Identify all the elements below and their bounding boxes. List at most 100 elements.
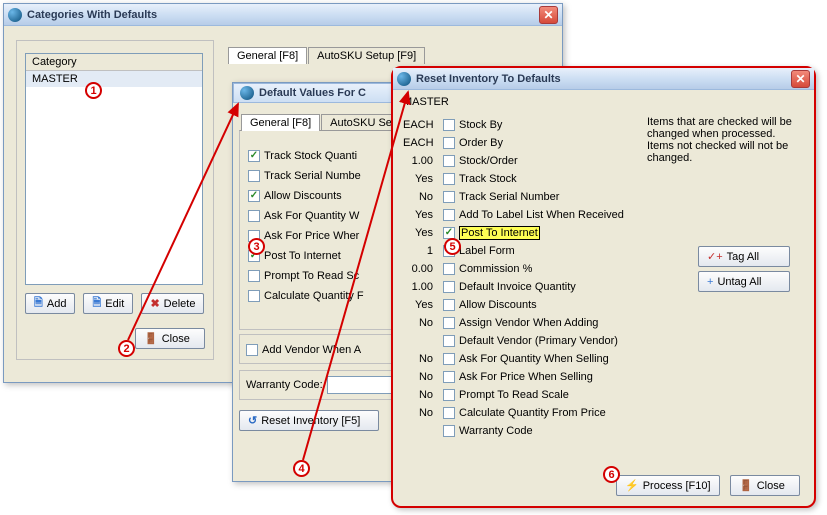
option-checkbox[interactable] (248, 170, 260, 182)
row-checkbox[interactable] (443, 263, 455, 275)
window-title: Reset Inventory To Defaults (416, 73, 561, 85)
tab-autosku[interactable]: AutoSKU Setup [F9] (308, 47, 425, 64)
reset-row: NoCalculate Quantity From Price (403, 404, 804, 421)
category-list[interactable]: Category MASTER (25, 53, 203, 285)
option-label: Ask For Price Wher (264, 230, 359, 242)
tag-all-button[interactable]: ✓+ Tag All (698, 246, 790, 267)
row-value: Yes (403, 209, 439, 221)
edit-button[interactable]: 🗎 Edit (83, 293, 133, 314)
row-value: No (403, 389, 439, 401)
edit-label: Edit (105, 298, 124, 310)
row-label: Assign Vendor When Adding (459, 317, 598, 329)
delete-button[interactable]: ✖ Delete (141, 293, 204, 314)
row-label: Label Form (459, 245, 515, 257)
row-label: Ask For Price When Selling (459, 371, 593, 383)
close-icon[interactable]: ✕ (539, 6, 558, 24)
annotation-2: 2 (118, 340, 135, 357)
row-checkbox[interactable] (443, 155, 455, 167)
master-label: MASTER (393, 90, 814, 110)
row-checkbox[interactable] (443, 425, 455, 437)
row-checkbox[interactable] (443, 209, 455, 221)
tab-general[interactable]: General [F8] (228, 47, 307, 64)
door-icon: 🚪 (144, 332, 158, 345)
close-button[interactable]: 🚪 Close (730, 475, 800, 496)
untag-all-button[interactable]: + Untag All (698, 271, 790, 292)
row-checkbox[interactable] (443, 281, 455, 293)
annotation-3: 3 (248, 238, 265, 255)
add-icon: 🗎 (34, 294, 43, 313)
close-label: Close (757, 480, 785, 492)
window-title: Default Values For C (259, 87, 366, 99)
list-item[interactable]: MASTER (26, 71, 202, 87)
add-button[interactable]: 🗎 Add (25, 293, 75, 314)
lightning-icon: ⚡ (625, 479, 639, 492)
row-value: 1.00 (403, 155, 439, 167)
row-checkbox[interactable] (443, 371, 455, 383)
annotation-5: 5 (444, 238, 461, 255)
reset-row: Warranty Code (403, 422, 804, 439)
row-value: EACH (403, 137, 439, 149)
add-vendor-checkbox[interactable] (246, 344, 258, 356)
reset-row: NoPrompt To Read Scale (403, 386, 804, 403)
row-label: Default Vendor (Primary Vendor) (459, 335, 618, 347)
row-label: Calculate Quantity From Price (459, 407, 606, 419)
reset-inventory-window: Reset Inventory To Defaults ✕ MASTER Ite… (391, 66, 816, 508)
process-button[interactable]: ⚡ Process [F10] (616, 475, 720, 496)
option-checkbox[interactable] (248, 190, 260, 202)
add-label: Add (47, 298, 67, 310)
row-value: EACH (403, 119, 439, 131)
row-label: Ask For Quantity When Selling (459, 353, 609, 365)
tab-general[interactable]: General [F8] (241, 114, 320, 131)
edit-icon: 🗎 (92, 294, 101, 313)
row-checkbox[interactable] (443, 173, 455, 185)
untag-all-label: Untag All (717, 276, 761, 288)
option-label: Track Stock Quanti (264, 150, 357, 162)
reset-row: YesAdd To Label List When Received (403, 206, 804, 223)
row-checkbox[interactable] (443, 389, 455, 401)
row-label: Track Stock (459, 173, 517, 185)
delete-label: Delete (164, 298, 196, 310)
row-checkbox[interactable] (443, 335, 455, 347)
row-checkbox[interactable] (443, 191, 455, 203)
reset-inventory-button[interactable]: ↺ Reset Inventory [F5] (239, 410, 379, 431)
tabs: General [F8] AutoSKU Setup [F9] (228, 46, 562, 63)
row-value: No (403, 371, 439, 383)
reset-row: NoTrack Serial Number (403, 188, 804, 205)
row-value: No (403, 353, 439, 365)
category-group: Category MASTER 🗎 Add 🗎 Edit ✖ Delete 🚪 … (16, 40, 214, 360)
option-checkbox[interactable] (248, 150, 260, 162)
option-checkbox[interactable] (248, 290, 260, 302)
app-icon (397, 72, 411, 86)
row-checkbox[interactable] (443, 299, 455, 311)
row-checkbox[interactable] (443, 407, 455, 419)
row-label: Order By (459, 137, 503, 149)
row-checkbox[interactable] (443, 227, 455, 239)
row-checkbox[interactable] (443, 119, 455, 131)
option-checkbox[interactable] (248, 270, 260, 282)
row-checkbox[interactable] (443, 137, 455, 149)
reset-row: No Ask For Quantity When Selling (403, 350, 804, 367)
annotation-6: 6 (603, 466, 620, 483)
app-icon (8, 8, 22, 22)
reset-icon: ↺ (248, 414, 257, 427)
list-header: Category (26, 54, 202, 71)
process-label: Process [F10] (643, 480, 711, 492)
reset-label: Reset Inventory [F5] (261, 415, 360, 427)
row-label: Allow Discounts (459, 299, 537, 311)
option-label: Post To Internet (264, 250, 341, 262)
add-vendor-label: Add Vendor When A (262, 344, 361, 356)
option-label: Prompt To Read Sc (264, 270, 359, 282)
option-checkbox[interactable] (248, 210, 260, 222)
check-plus-icon: ✓+ (707, 250, 723, 263)
row-checkbox[interactable] (443, 317, 455, 329)
row-label: Default Invoice Quantity (459, 281, 576, 293)
row-label: Commission % (459, 263, 532, 275)
row-value: Yes (403, 227, 439, 239)
warranty-label: Warranty Code: (246, 379, 323, 391)
close-button[interactable]: 🚪 Close (135, 328, 205, 349)
row-checkbox[interactable] (443, 353, 455, 365)
close-icon[interactable]: ✕ (791, 70, 810, 88)
row-label: Stock By (459, 119, 502, 131)
close-label: Close (162, 333, 190, 345)
reset-row: NoAssign Vendor When Adding (403, 314, 804, 331)
